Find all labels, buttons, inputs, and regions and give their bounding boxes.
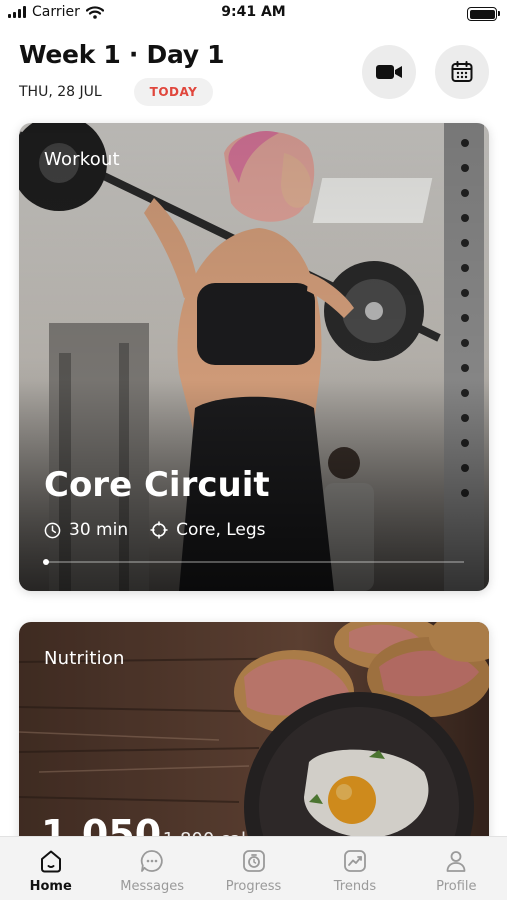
workout-card[interactable]: Workout Core Circuit 30 min Core, Legs [19,123,489,591]
status-bar: Carrier 9:41 AM [0,0,507,28]
tab-progress[interactable]: Progress [203,837,304,900]
page-title: Week 1 · Day 1 [19,40,225,69]
workout-focus: Core, Legs [176,520,266,540]
calendar-button[interactable] [435,45,489,99]
progress-icon [242,850,265,872]
tab-label: Progress [225,879,282,894]
tab-profile[interactable]: Profile [406,837,507,900]
carousel-indicator [43,559,49,565]
video-button[interactable] [362,45,416,99]
messages-icon [140,850,163,872]
nutrition-label: Nutrition [44,648,125,669]
workout-meta: 30 min Core, Legs [44,520,288,540]
tab-label: Home [29,879,72,894]
today-badge[interactable]: TODAY [134,78,213,106]
tab-label: Profile [436,879,477,894]
clock-icon [44,522,61,538]
profile-icon [446,851,466,872]
carousel-track [44,561,464,563]
workout-label: Workout [44,149,120,170]
calendar-icon [451,61,473,82]
battery-icon [467,7,500,21]
tab-home[interactable]: Home [0,837,101,900]
status-time: 9:41 AM [221,4,286,20]
workout-duration: 30 min [69,520,129,540]
video-camera-icon [376,65,402,79]
tab-label: Messages [120,879,184,894]
tab-trends[interactable]: Trends [304,837,405,900]
tab-bar: Home Messages Progress Trends Profile [0,836,507,900]
tab-messages[interactable]: Messages [101,837,202,900]
home-icon [40,850,61,873]
workout-title: Core Circuit [44,465,270,505]
trends-icon [344,850,366,872]
date-label: THU, 28 JUL [19,84,102,100]
tab-label: Trends [333,879,377,894]
target-icon [150,521,168,539]
